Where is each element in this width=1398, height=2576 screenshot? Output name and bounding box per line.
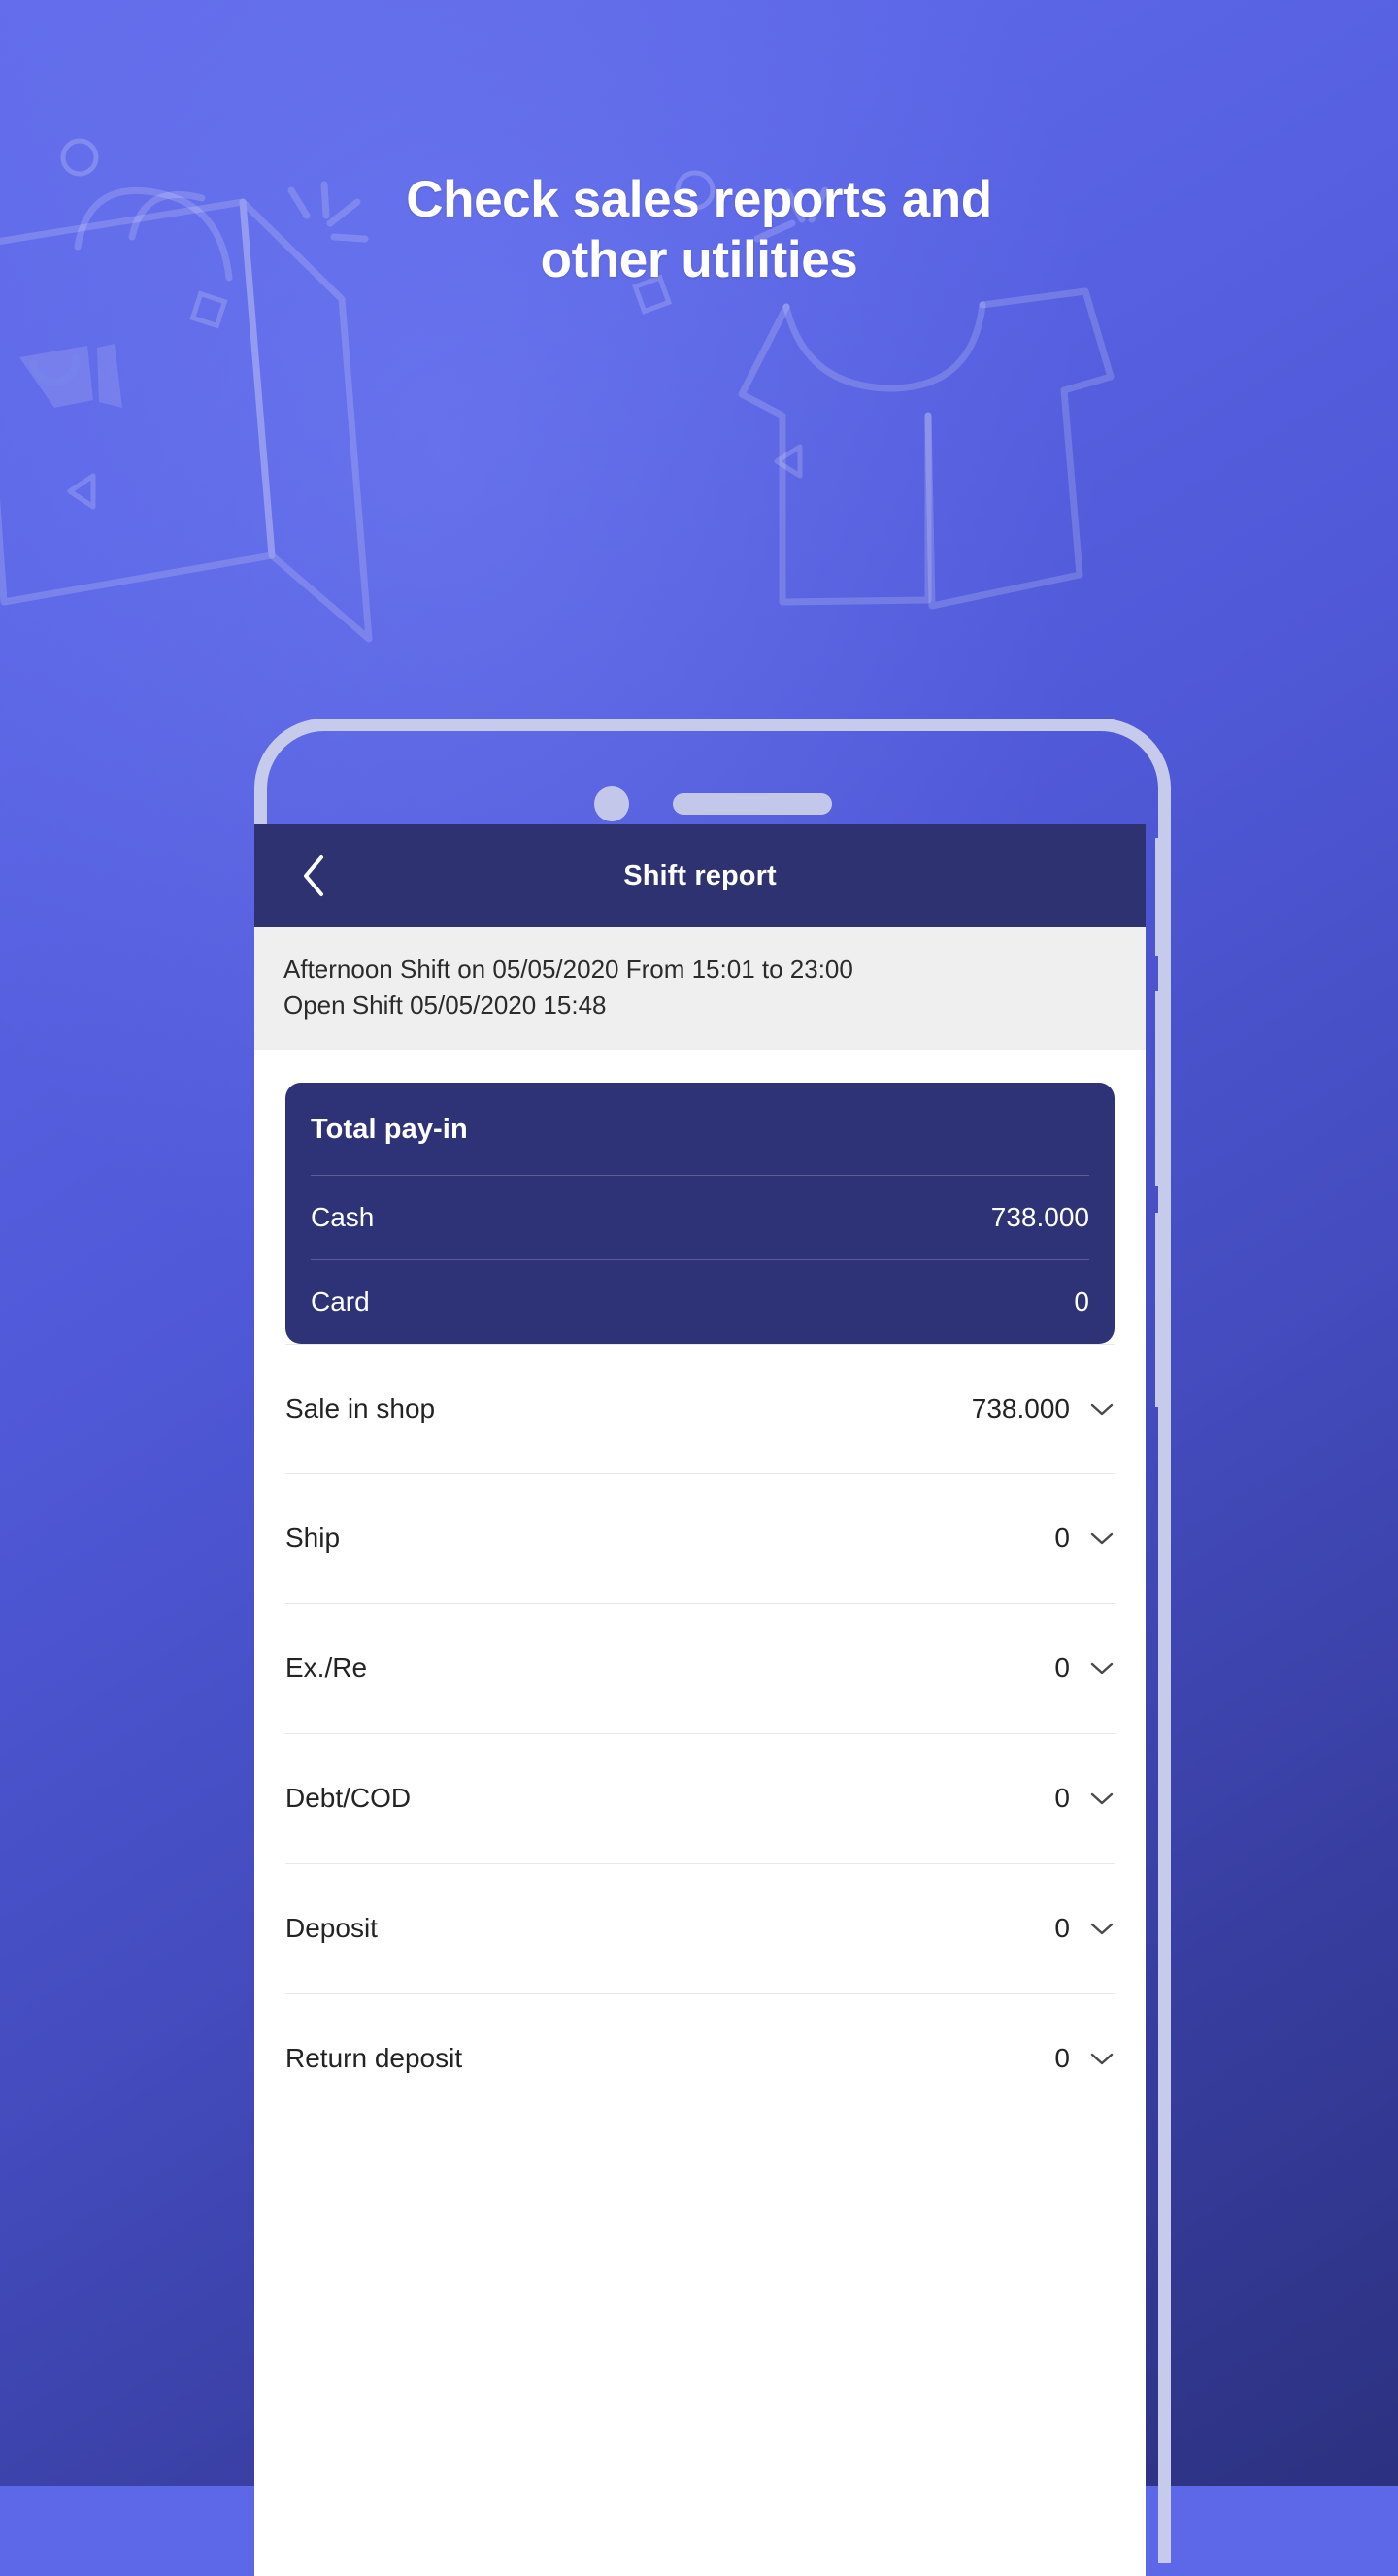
chevron-down-icon[interactable] <box>1089 1790 1115 1806</box>
report-row-value: 738.000 <box>971 1392 1070 1423</box>
headline-line-2: other utilities <box>540 231 858 288</box>
report-row-value: 0 <box>1054 1913 1070 1944</box>
report-row-label: Debt/COD <box>285 1783 412 1814</box>
report-row-label: Sale in shop <box>285 1392 436 1423</box>
shift-banner-line-1: Afternoon Shift on 05/05/2020 From 15:01… <box>283 954 853 984</box>
chevron-left-icon <box>304 855 323 896</box>
app-header: Shift report <box>254 824 1146 927</box>
report-list: Sale in shop 738.000 Ship 0 Ex./Re 0 Deb… <box>254 1343 1146 2124</box>
app-title: Shift report <box>623 859 777 891</box>
payin-cash-value: 738.000 <box>990 1201 1089 1232</box>
report-row-label: Ship <box>285 1522 341 1554</box>
chevron-down-icon[interactable] <box>1089 1401 1115 1417</box>
volume-up-button[interactable] <box>1155 991 1171 1186</box>
report-row-ship[interactable]: Ship 0 <box>285 1474 1115 1604</box>
silent-switch-button[interactable] <box>1155 838 1171 956</box>
phone-mockup: Shift report Afternoon Shift on 05/05/20… <box>254 719 1171 2576</box>
payin-card-label: Card <box>311 1286 370 1317</box>
payin-cash-label: Cash <box>311 1201 375 1232</box>
chevron-down-icon[interactable] <box>1089 2051 1115 2066</box>
report-row-debt-cod[interactable]: Debt/COD 0 <box>285 1734 1115 1864</box>
payin-row-cash: Cash 738.000 <box>311 1174 1089 1259</box>
chevron-down-icon[interactable] <box>1089 1921 1115 1936</box>
report-row-return-deposit[interactable]: Return deposit 0 <box>285 1994 1115 2124</box>
report-row-deposit[interactable]: Deposit 0 <box>285 1864 1115 1994</box>
page-title: Check sales reports and other utilities <box>0 170 1398 290</box>
report-row-value: 0 <box>1054 2043 1070 2074</box>
report-row-ex-re[interactable]: Ex./Re 0 <box>285 1604 1115 1734</box>
report-row-sale-in-shop[interactable]: Sale in shop 738.000 <box>285 1343 1115 1474</box>
payin-card-wrapper: Total pay-in Cash 738.000 Card 0 <box>254 1049 1146 1344</box>
chevron-down-icon[interactable] <box>1089 1660 1115 1676</box>
phone-screen: Shift report Afternoon Shift on 05/05/20… <box>254 824 1146 2576</box>
report-row-label: Return deposit <box>285 2043 463 2074</box>
headline-line-1: Check sales reports and <box>406 171 992 228</box>
payin-row-card: Card 0 <box>311 1258 1089 1344</box>
shift-info-banner: Afternoon Shift on 05/05/2020 From 15:01… <box>254 927 1146 1050</box>
speaker-grille-icon <box>672 793 832 815</box>
total-payin-card: Total pay-in Cash 738.000 Card 0 <box>285 1082 1115 1344</box>
report-row-label: Deposit <box>285 1913 378 1944</box>
report-row-value: 0 <box>1054 1783 1070 1814</box>
volume-down-button[interactable] <box>1155 1213 1171 1407</box>
report-row-value: 0 <box>1054 1653 1070 1684</box>
camera-dot-icon <box>593 786 629 821</box>
payin-card-title: Total pay-in <box>311 1113 468 1145</box>
back-button[interactable] <box>276 824 351 927</box>
report-row-value: 0 <box>1054 1522 1070 1554</box>
report-row-label: Ex./Re <box>285 1653 368 1684</box>
chevron-down-icon[interactable] <box>1089 1530 1115 1546</box>
payin-card-value: 0 <box>1074 1286 1089 1317</box>
shift-banner-line-2: Open Shift 05/05/2020 15:48 <box>283 989 607 1020</box>
